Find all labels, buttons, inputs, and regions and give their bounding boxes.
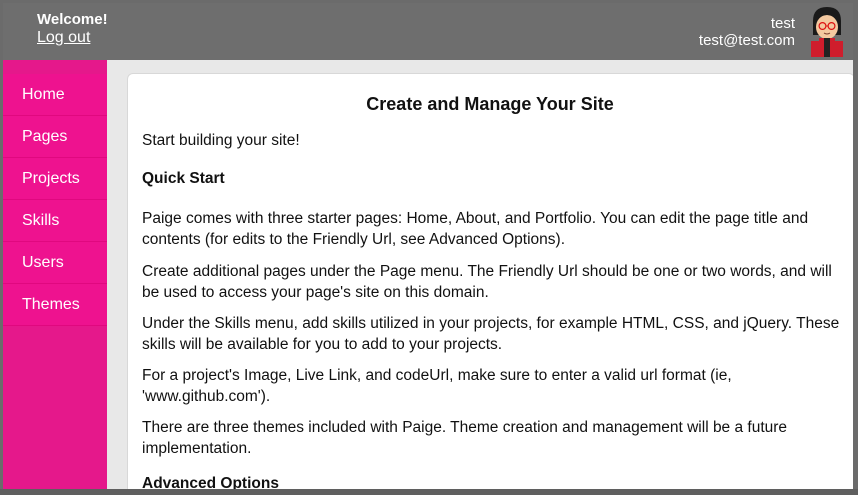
paragraph-pages-menu: Create additional pages under the Page m… [142,263,832,301]
top-header: Welcome! Log out test test@test.com [3,3,853,60]
sidebar-item-themes[interactable]: Themes [3,284,107,326]
paragraph-project-urls: For a project's Image, Live Link, and co… [142,367,732,405]
logout-link[interactable]: Log out [37,29,90,47]
sidebar-item-pages[interactable]: Pages [3,116,107,158]
sidebar-item-skills[interactable]: Skills [3,200,107,242]
paragraph-skills-menu: Under the Skills menu, add skills utiliz… [142,315,840,353]
window-bottom-edge [0,489,858,495]
intro-text: Start building your site! [142,132,300,149]
paragraph-starter-pages: Paige comes with three starter pages: Ho… [142,210,809,248]
sidebar-item-users[interactable]: Users [3,242,107,284]
sidebar-menu: Home Pages Projects Skills Users Themes [3,74,107,326]
welcome-text: Welcome! [37,11,108,28]
advanced-options-heading: Advanced Options [142,475,279,489]
user-email: test@test.com [698,32,795,49]
user-name: test [770,15,795,32]
main-content-panel: Create and Manage Your Site Start buildi… [127,73,853,489]
paragraph-themes: There are three themes included with Pai… [142,419,788,457]
app-window: Welcome! Log out test test@test.com Home… [3,3,853,489]
sidebar-item-home[interactable]: Home [3,74,107,116]
page-title: Create and Manage Your Site [366,94,614,114]
avatar [807,5,847,57]
quick-start-heading: Quick Start [142,170,225,187]
sidebar-item-projects[interactable]: Projects [3,158,107,200]
